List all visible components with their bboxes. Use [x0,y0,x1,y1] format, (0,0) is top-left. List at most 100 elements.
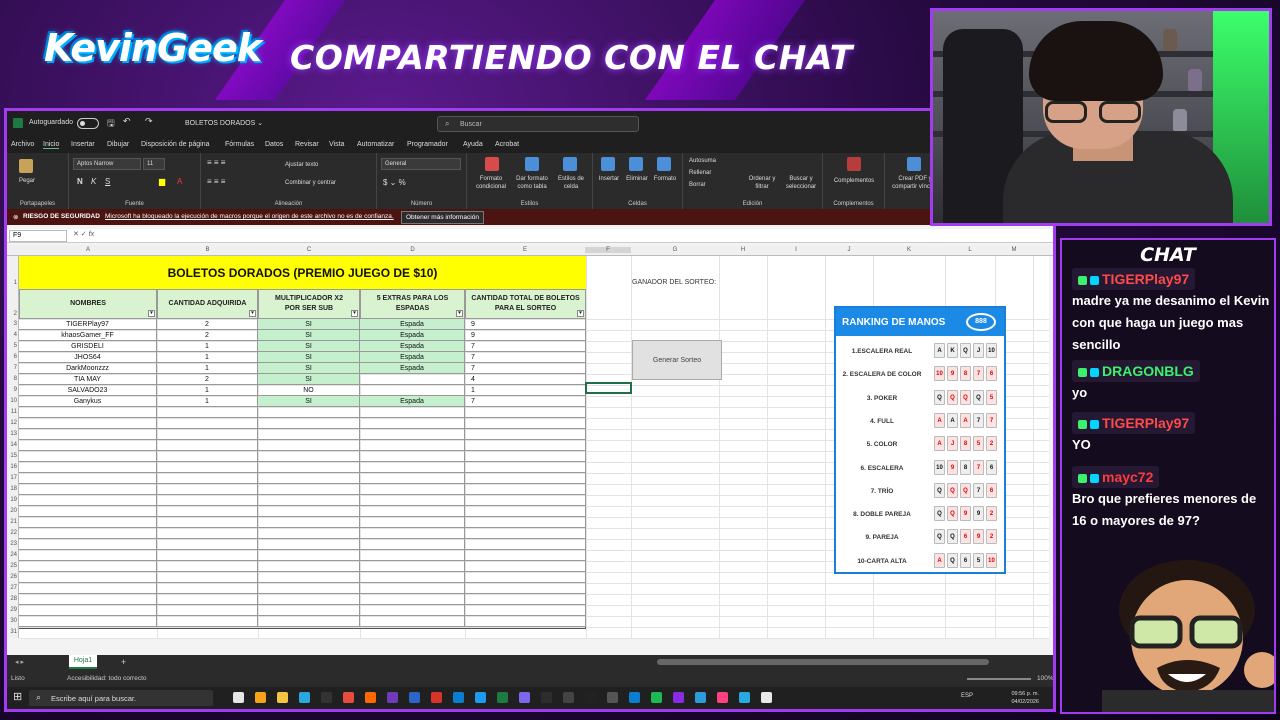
cell-total[interactable] [465,407,586,418]
cell-total[interactable] [465,495,586,506]
cell-name[interactable] [19,418,157,429]
row-header[interactable]: 28 [10,596,17,602]
taskbar-app-icon[interactable] [497,692,508,703]
cell-name[interactable] [19,473,157,484]
cell-qty[interactable] [157,418,258,429]
cell-total[interactable] [465,528,586,539]
cell-sub[interactable] [258,506,360,517]
cell-sub[interactable]: SI [258,330,360,341]
bold-icon[interactable]: N [77,178,83,186]
cell-sub[interactable] [258,418,360,429]
autosave-toggle[interactable] [77,118,99,129]
security-message[interactable]: Microsoft ha bloqueado la ejecución de m… [105,213,394,220]
cell-total[interactable] [465,616,586,627]
filter-dropdown-icon[interactable]: ▾ [249,310,256,317]
cell-name[interactable] [19,550,157,561]
cell-extra[interactable] [360,517,465,528]
delete-cells-button[interactable]: Eliminar [623,175,651,183]
merge-center-button[interactable]: Combinar y centrar [285,179,336,187]
cell-qty[interactable] [157,495,258,506]
cell-total[interactable]: 7 [465,352,586,363]
cell-qty[interactable] [157,462,258,473]
cell-extra[interactable] [360,495,465,506]
cell-name[interactable]: JHOS64 [19,352,157,363]
align-bottom-icons[interactable]: ≡ ≡ ≡ [207,178,225,186]
cell-qty[interactable]: 1 [157,352,258,363]
cell-name[interactable] [19,429,157,440]
cell-total[interactable] [465,594,586,605]
cell-name[interactable] [19,440,157,451]
cell-extra[interactable] [360,473,465,484]
taskbar-app-icon[interactable] [651,692,662,703]
cell-qty[interactable] [157,616,258,627]
col-header-g[interactable]: G [631,247,719,253]
cell-name[interactable] [19,506,157,517]
cell-extra[interactable]: Espada [360,352,465,363]
cell-extra[interactable] [360,407,465,418]
cell-sub[interactable] [258,605,360,616]
chat-username[interactable]: DRAGONBLG [1072,360,1200,382]
cell-total[interactable] [465,561,586,572]
tab-inicio[interactable]: Inicio [43,141,60,149]
taskbar-app-icon[interactable] [299,692,310,703]
taskbar-clock[interactable]: 09:56 p. m. 04/02/2026 [1011,690,1039,706]
taskbar-app-icon[interactable] [585,692,596,703]
windows-start-icon[interactable]: ⊞ [13,690,22,703]
tab-acrobat[interactable]: Acrobat [495,141,519,148]
underline-icon[interactable]: S [105,178,110,186]
taskbar-app-icon[interactable] [343,692,354,703]
cell-sub[interactable]: SI [258,363,360,374]
row-header[interactable]: 26 [10,574,17,580]
cell-name[interactable]: TIA MAY [19,374,157,385]
cell-total[interactable] [465,550,586,561]
taskbar-app-icon[interactable] [431,692,442,703]
cell-extra[interactable] [360,616,465,627]
cell-name[interactable]: SALVADO23 [19,385,157,396]
cell-sub[interactable]: SI [258,341,360,352]
cell-total[interactable]: 7 [465,396,586,407]
wrap-text-button[interactable]: Ajustar texto [285,161,318,169]
col-header-a[interactable]: A [19,247,157,253]
cell-name[interactable]: GRISDELI [19,341,157,352]
tab-dibujar[interactable]: Dibujar [107,141,129,148]
cell-name[interactable] [19,594,157,605]
addins-button[interactable]: Complementos [825,177,883,185]
cell-qty[interactable] [157,429,258,440]
cell-extra[interactable]: Espada [360,330,465,341]
cell-qty[interactable]: 2 [157,374,258,385]
col-header-f[interactable]: F [585,247,631,253]
cell-extra[interactable] [360,451,465,462]
tab-archivo[interactable]: Archivo [11,141,34,148]
cell-extra[interactable]: Espada [360,363,465,374]
name-box[interactable]: F9 [9,230,67,242]
cell-name[interactable]: Ganykus [19,396,157,407]
col-header-k[interactable]: K [873,247,945,253]
cell-qty[interactable]: 1 [157,396,258,407]
cell-sub[interactable] [258,583,360,594]
cell-sub[interactable] [258,539,360,550]
row-header[interactable]: 9 [14,387,17,393]
conditional-format-button[interactable]: Formato condicional [471,175,511,191]
cell-sub[interactable]: SI [258,352,360,363]
cell-qty[interactable] [157,484,258,495]
cell-name[interactable] [19,539,157,550]
cell-total[interactable] [465,429,586,440]
col-header-m[interactable]: M [995,247,1033,253]
row-header[interactable]: 1 [14,280,17,286]
cell-name[interactable] [19,451,157,462]
taskbar-app-icon[interactable] [277,692,288,703]
cell-extra[interactable]: Espada [360,319,465,330]
taskbar-app-icon[interactable] [475,692,486,703]
chat-username[interactable]: TIGERPlay97 [1072,268,1196,290]
paste-button[interactable]: Pegar [13,177,41,185]
cell-name[interactable] [19,517,157,528]
cell-name[interactable]: DarkMoonzzz [19,363,157,374]
taskbar-app-icon[interactable] [695,692,706,703]
cell-name[interactable] [19,561,157,572]
row-header[interactable]: 22 [10,530,17,536]
cell-total[interactable] [465,539,586,550]
cell-extra[interactable] [360,594,465,605]
tab-automatizar[interactable]: Automatizar [357,141,394,148]
cell-extra[interactable] [360,484,465,495]
cell-extra[interactable] [360,385,465,396]
